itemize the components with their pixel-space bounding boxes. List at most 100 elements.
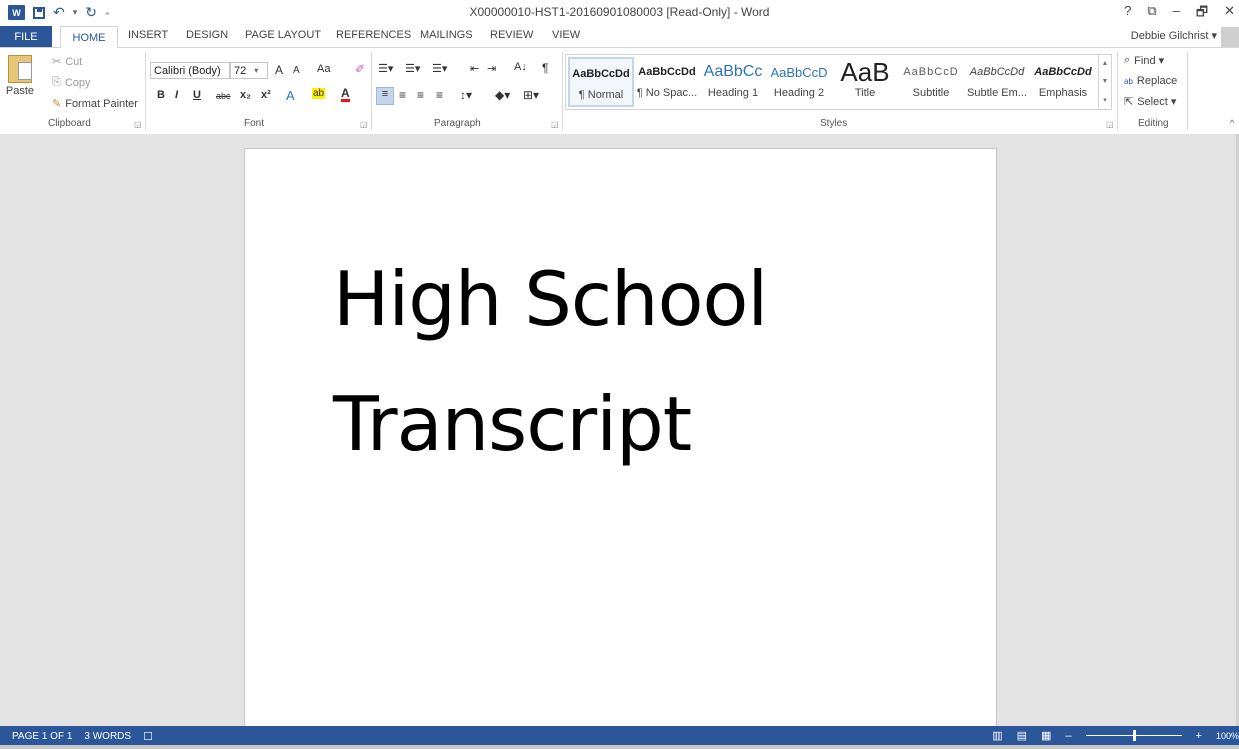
word-count[interactable]: 3 WORDS	[84, 731, 131, 742]
line-spacing-icon[interactable]: ↕▾	[460, 88, 472, 102]
align-center-icon[interactable]: ≡	[399, 88, 406, 102]
restore-icon[interactable]: 🗗	[1196, 3, 1208, 25]
ribbon-display-options-icon[interactable]: ⧉	[1147, 3, 1156, 25]
style-emphasis[interactable]: AaBbCcDd Emphasis	[1030, 57, 1096, 107]
font-launcher-icon[interactable]: ◲	[360, 120, 368, 129]
window-controls: ? ⧉ – 🗗 ✕	[1124, 3, 1239, 25]
sort-button[interactable]: A↓	[514, 61, 527, 73]
format-painter-button[interactable]: ✎ Format Painter	[52, 97, 138, 111]
tab-design[interactable]: DESIGN	[186, 29, 228, 41]
shading-icon[interactable]: ◆▾	[495, 88, 510, 102]
font-color-button[interactable]: A	[341, 87, 350, 102]
print-layout-icon[interactable]: ▤	[1017, 729, 1027, 742]
underline-button[interactable]: U	[193, 89, 201, 101]
font-name-select[interactable]: Calibri (Body)	[150, 62, 230, 79]
clipboard-launcher-icon[interactable]: ◲	[134, 120, 142, 129]
strikethrough-button[interactable]: abc	[216, 91, 231, 101]
more-styles-icon[interactable]: ▾	[1103, 96, 1107, 104]
tab-view[interactable]: VIEW	[552, 29, 580, 41]
select-label: Select ▾	[1137, 96, 1177, 108]
zoom-out-button[interactable]: –	[1065, 730, 1071, 742]
justify-icon[interactable]: ≡	[436, 88, 443, 102]
avatar[interactable]	[1221, 27, 1239, 47]
title-bar: W ↶ ▾ ↻ ₌ X00000010-HST1-20160901080003 …	[0, 0, 1239, 26]
select-button[interactable]: ⇱ Select ▾	[1124, 95, 1176, 108]
minimize-icon[interactable]: –	[1173, 3, 1180, 25]
italic-button[interactable]: I	[175, 89, 178, 101]
document-page[interactable]: High School Transcript	[244, 148, 997, 748]
proofing-icon[interactable]: ☐	[143, 730, 153, 743]
show-marks-button[interactable]: ¶	[542, 61, 548, 75]
replace-label: Replace	[1136, 75, 1178, 87]
borders-icon[interactable]: ⊞▾	[523, 88, 539, 102]
close-icon[interactable]: ✕	[1224, 3, 1235, 25]
tab-page-layout[interactable]: PAGE LAYOUT	[245, 29, 321, 41]
styles-gallery: AaBbCcDd ¶ Normal AaBbCcDd ¶ No Spac... …	[565, 54, 1112, 110]
styles-scroll[interactable]: ▲ ▼ ▾	[1098, 55, 1111, 109]
grow-font-button[interactable]: A	[275, 63, 283, 77]
paragraph-launcher-icon[interactable]: ◲	[551, 120, 559, 129]
replace-button[interactable]: ab Replace	[1124, 75, 1177, 87]
bold-button[interactable]: B	[157, 89, 165, 101]
copy-button[interactable]: ⎘ Copy	[52, 76, 91, 89]
tab-mailings[interactable]: MAILINGS	[420, 29, 473, 41]
group-divider	[145, 52, 146, 130]
read-mode-icon[interactable]: ▥	[992, 729, 1002, 742]
paste-label: Paste	[5, 85, 35, 97]
tab-file[interactable]: FILE	[0, 26, 52, 47]
collapse-ribbon-icon[interactable]: ^	[1230, 118, 1234, 128]
decrease-indent-icon[interactable]: ⇤	[470, 62, 479, 75]
paste-button[interactable]: Paste	[5, 53, 35, 111]
user-account[interactable]: Debbie Gilchrist ▾	[1131, 29, 1217, 42]
tab-review[interactable]: REVIEW	[490, 29, 533, 41]
document-area: High School Transcript	[0, 134, 1236, 748]
change-case-button[interactable]: Aa	[317, 63, 330, 75]
help-icon[interactable]: ?	[1124, 3, 1131, 25]
align-left-icon[interactable]: ≡	[376, 87, 394, 105]
style-subtle-emphasis[interactable]: AaBbCcDd Subtle Em...	[964, 57, 1030, 107]
web-layout-icon[interactable]: ▦	[1041, 729, 1051, 742]
clear-formatting-icon[interactable]: ✐	[355, 62, 365, 76]
document-line-2[interactable]: Transcript	[333, 362, 767, 487]
status-bar: PAGE 1 OF 1 3 WORDS ☐ ▥ ▤ ▦ – + 100%	[0, 726, 1239, 745]
style-title[interactable]: AaB Title	[832, 57, 898, 107]
text-effects-button[interactable]: A	[286, 88, 295, 103]
styles-launcher-icon[interactable]: ◲	[1106, 120, 1114, 129]
document-line-1[interactable]: High School	[333, 237, 768, 362]
zoom-slider-thumb[interactable]	[1132, 730, 1136, 741]
multilevel-list-icon[interactable]: ☰▾	[432, 62, 447, 75]
superscript-button[interactable]: x²	[261, 89, 271, 101]
tab-references[interactable]: REFERENCES	[336, 29, 411, 41]
style-name: Subtitle	[912, 87, 950, 99]
find-button[interactable]: ⌕ Find ▾	[1124, 54, 1164, 67]
tab-home[interactable]: HOME	[60, 26, 118, 48]
style-sample: AaBbCcDd	[638, 66, 696, 78]
zoom-slider[interactable]	[1085, 730, 1182, 741]
zoom-level[interactable]: 100%	[1216, 731, 1239, 741]
style-heading-2[interactable]: AaBbCcD Heading 2	[766, 57, 832, 107]
subscript-button[interactable]: x₂	[240, 89, 251, 101]
scroll-up-icon[interactable]: ▲	[1102, 60, 1109, 67]
scroll-down-icon[interactable]: ▼	[1102, 78, 1109, 85]
style-heading-1[interactable]: AaBbCc Heading 1	[700, 57, 766, 107]
font-size-select[interactable]: 72 ▾	[230, 62, 268, 79]
style-subtitle[interactable]: AaBbCcD Subtitle	[898, 57, 964, 107]
style-normal[interactable]: AaBbCcDd ¶ Normal	[568, 57, 634, 107]
page-indicator[interactable]: PAGE 1 OF 1	[12, 731, 72, 742]
zoom-in-button[interactable]: +	[1196, 730, 1202, 742]
editing-group-label: Editing	[1138, 118, 1169, 129]
style-no-spacing[interactable]: AaBbCcDd ¶ No Spac...	[634, 57, 700, 107]
bullets-icon[interactable]: ☰▾	[378, 62, 393, 75]
align-right-icon[interactable]: ≡	[417, 88, 424, 102]
document-body[interactable]: High School Transcript	[333, 237, 768, 487]
style-sample: AaBbCcD	[903, 66, 959, 78]
highlight-button[interactable]: ab	[312, 88, 326, 99]
group-divider	[371, 52, 372, 130]
numbering-icon[interactable]: ☰▾	[405, 62, 420, 75]
cut-button[interactable]: ✂ Cut	[52, 55, 82, 69]
increase-indent-icon[interactable]: ⇥	[487, 62, 496, 75]
tab-insert[interactable]: INSERT	[128, 29, 168, 41]
shrink-font-button[interactable]: A	[293, 65, 300, 76]
style-sample: AaBbCcDd	[572, 68, 630, 80]
styles-group-label: Styles	[820, 118, 848, 129]
